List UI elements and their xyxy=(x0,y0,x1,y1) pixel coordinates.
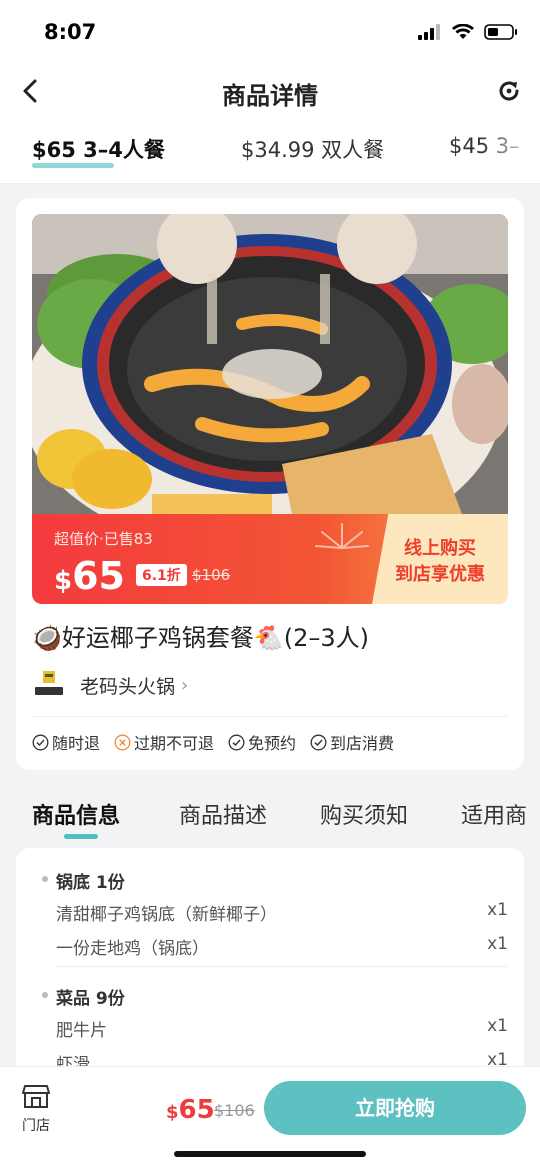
shop-name: 老码头火锅 xyxy=(80,675,176,698)
store-icon xyxy=(22,1085,50,1108)
tab-label: 商品信息 xyxy=(32,804,121,829)
tag-no-reservation: 免预约 xyxy=(228,730,296,754)
sparkle-decoration xyxy=(315,523,369,549)
x-circle-icon xyxy=(114,734,131,750)
store-button[interactable]: 门店 xyxy=(18,1083,54,1135)
price-banner: 超值价·已售83 $65 6.1折 $106 线上购买 到店享优惠 xyxy=(32,514,508,604)
package-tab-label: $34.99 双人餐 xyxy=(241,138,385,162)
check-circle-icon xyxy=(228,734,245,750)
list-item: 清甜椰子鸡锅底（新鲜椰子） x1 xyxy=(56,900,508,925)
group-dot xyxy=(42,992,48,998)
tag-no-refund-expired: 过期不可退 xyxy=(114,730,214,754)
check-circle-icon xyxy=(32,734,49,750)
chevron-right-icon: › xyxy=(181,674,189,696)
banner-price-value: 65 xyxy=(72,554,125,598)
tab-label: 购买须知 xyxy=(320,804,409,829)
bottom-price-value: 65 xyxy=(178,1095,215,1125)
buy-now-button[interactable]: 立即抢购 xyxy=(264,1081,526,1135)
bottom-currency: $ xyxy=(166,1102,179,1123)
tab-applicable-stores[interactable]: 适用商 xyxy=(461,798,527,830)
signal-icon xyxy=(418,24,440,40)
tag-refund-anytime: 随时退 xyxy=(32,730,100,754)
tab-label: 适用商 xyxy=(461,804,528,829)
divider xyxy=(32,716,508,717)
info-tabs: 商品信息 商品描述 购买须知 适用商 xyxy=(0,790,540,846)
shop-logo-icon xyxy=(32,668,66,702)
item-name: 一份走地鸡（锅底） xyxy=(56,939,209,959)
item-qty: x1 xyxy=(487,934,508,954)
store-label: 门店 xyxy=(22,1118,50,1134)
active-tab-indicator xyxy=(64,834,98,839)
list-item: 一份走地鸡（锅底） x1 xyxy=(56,934,508,959)
page-title: 商品详情 xyxy=(222,82,318,110)
nav-bar: 商品详情 xyxy=(0,62,540,120)
package-tab-65[interactable]: $65 3–4人餐 xyxy=(32,134,165,168)
product-card: 超值价·已售83 $65 6.1折 $106 线上购买 到店享优惠 🥥好运椰子鸡… xyxy=(16,198,524,770)
tab-label: 商品描述 xyxy=(179,804,268,829)
banner-price: $65 xyxy=(54,554,125,598)
item-qty: x1 xyxy=(487,900,508,920)
bottom-price: $65 xyxy=(166,1095,215,1125)
banner-original-price: $106 xyxy=(192,566,231,584)
battery-icon xyxy=(484,24,517,40)
wifi-icon xyxy=(452,24,474,39)
divider xyxy=(56,966,508,967)
group-title: 锅底 1份 xyxy=(56,873,125,893)
tab-description[interactable]: 商品描述 xyxy=(179,798,267,830)
tag-label: 随时退 xyxy=(52,734,101,753)
promo-line-2: 到店享优惠 xyxy=(395,564,485,585)
product-title: 🥥好运椰子鸡锅套餐🐔(2–3人) xyxy=(32,624,370,652)
discount-badge: 6.1折 xyxy=(136,564,187,586)
item-name: 肥牛片 xyxy=(56,1021,107,1041)
tab-purchase-notes[interactable]: 购买须知 xyxy=(320,798,408,830)
banner-currency: $ xyxy=(54,566,73,596)
group-dot xyxy=(42,876,48,882)
tab-product-info[interactable]: 商品信息 xyxy=(32,798,121,839)
group-title: 菜品 9份 xyxy=(56,989,125,1009)
check-circle-icon xyxy=(310,734,327,750)
tag-label: 到店消费 xyxy=(330,734,395,753)
status-bar: 8:07 xyxy=(0,0,540,62)
status-icons xyxy=(418,24,518,40)
product-image[interactable] xyxy=(32,214,508,514)
status-time: 8:07 xyxy=(44,20,97,44)
active-tab-underline xyxy=(32,163,114,168)
banner-subtitle: 超值价·已售83 xyxy=(54,530,153,548)
bottom-original-price: $106 xyxy=(214,1101,255,1120)
hotpot-illustration xyxy=(32,214,508,514)
promo-line-1: 线上购买 xyxy=(404,538,476,559)
package-tabs: $65 3–4人餐 $34.99 双人餐 $45 3– xyxy=(0,120,540,184)
service-tags: 随时退 过期不可退 免预约 到店消费 xyxy=(32,730,394,754)
tag-label: 免预约 xyxy=(248,734,297,753)
promo-box: 线上购买 到店享优惠 xyxy=(372,514,508,604)
tag-in-store: 到店消费 xyxy=(310,730,394,754)
list-item: 肥牛片 x1 xyxy=(56,1016,508,1041)
shop-link[interactable]: 老码头火锅 › xyxy=(32,668,188,702)
home-indicator xyxy=(174,1151,366,1157)
tag-label: 过期不可退 xyxy=(134,734,215,753)
refresh-icon[interactable] xyxy=(496,78,522,104)
item-name: 清甜椰子鸡锅底（新鲜椰子） xyxy=(56,905,277,925)
package-tab-34-99[interactable]: $34.99 双人餐 xyxy=(241,134,384,164)
item-qty: x1 xyxy=(487,1016,508,1036)
package-tab-label: $65 3–4人餐 xyxy=(32,138,165,162)
tabs-fade xyxy=(480,120,540,183)
